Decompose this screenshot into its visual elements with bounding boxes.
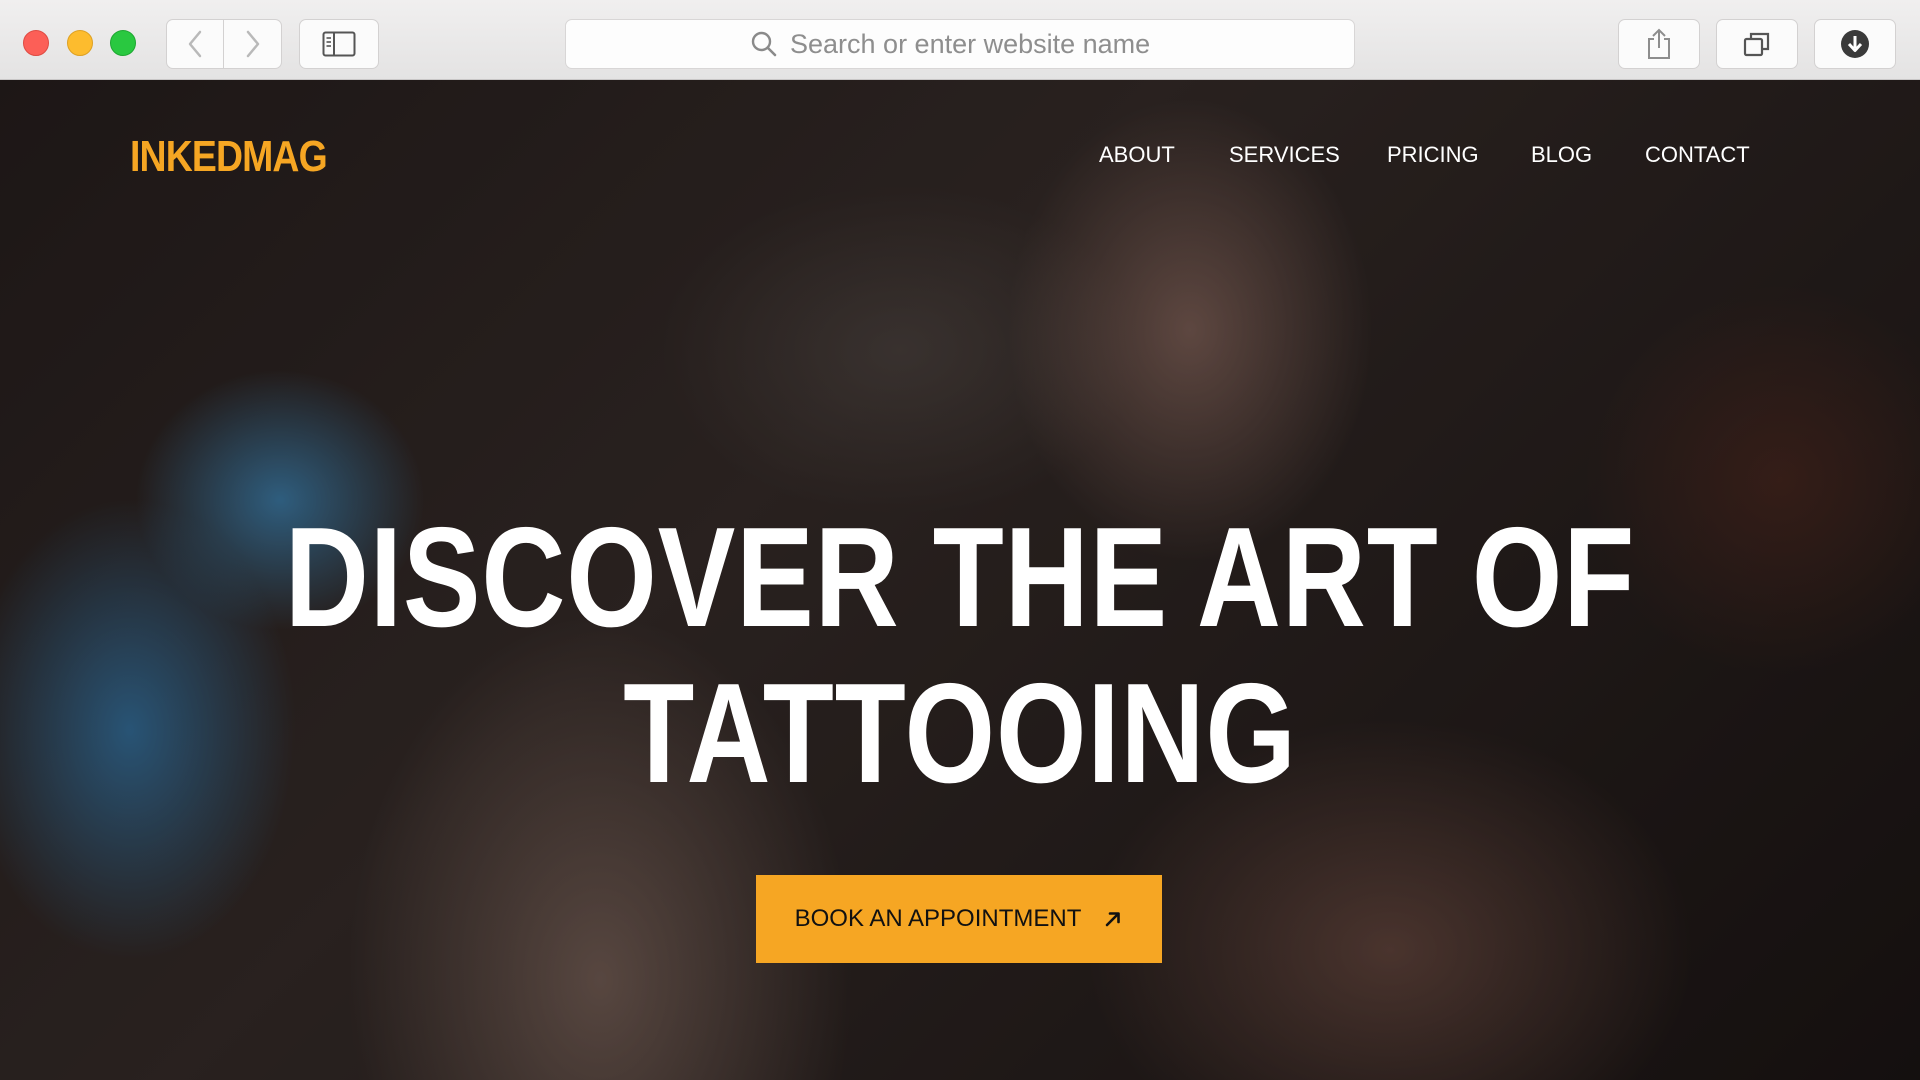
chevron-right-icon bbox=[246, 30, 259, 58]
sidebar-toggle-button[interactable] bbox=[299, 19, 379, 69]
hero-headline-line-2: TATTOOING bbox=[623, 654, 1297, 813]
minimize-window-button[interactable] bbox=[67, 30, 93, 56]
share-icon bbox=[1648, 28, 1670, 59]
search-icon bbox=[751, 31, 777, 57]
hero-headline: DISCOVER THE ART OF TATTOOING bbox=[173, 500, 1747, 812]
hero-headline-line-1: DISCOVER THE ART OF bbox=[284, 498, 1636, 657]
site-logo[interactable]: INKEDMAG bbox=[130, 132, 328, 182]
nav-link-services[interactable]: SERVICES bbox=[1229, 142, 1340, 168]
nav-link-contact[interactable]: CONTACT bbox=[1645, 142, 1750, 168]
nav-link-pricing[interactable]: PRICING bbox=[1387, 142, 1479, 168]
chevron-left-icon bbox=[188, 30, 202, 58]
nav-link-about[interactable]: ABOUT bbox=[1099, 142, 1175, 168]
download-icon bbox=[1841, 30, 1869, 58]
close-window-button[interactable] bbox=[23, 30, 49, 56]
nav-link-blog[interactable]: BLOG bbox=[1531, 142, 1592, 168]
browser-toolbar bbox=[0, 0, 1920, 80]
book-appointment-button[interactable]: BOOK AN APPOINTMENT bbox=[756, 875, 1162, 963]
maximize-window-button[interactable] bbox=[110, 30, 136, 56]
downloads-button[interactable] bbox=[1814, 19, 1896, 69]
address-bar[interactable] bbox=[565, 19, 1355, 69]
tabs-icon bbox=[1743, 32, 1770, 57]
hero-section: INKEDMAG ABOUT SERVICES PRICING BLOG CON… bbox=[0, 80, 1920, 1080]
arrow-up-right-icon bbox=[1106, 912, 1121, 927]
address-input[interactable] bbox=[790, 28, 1170, 60]
forward-button[interactable] bbox=[224, 19, 282, 69]
sidebar-icon bbox=[322, 31, 356, 57]
tabs-button[interactable] bbox=[1716, 19, 1798, 69]
back-button[interactable] bbox=[166, 19, 224, 69]
site-header: INKEDMAG ABOUT SERVICES PRICING BLOG CON… bbox=[0, 80, 1920, 230]
share-button[interactable] bbox=[1618, 19, 1700, 69]
book-appointment-label: BOOK AN APPOINTMENT bbox=[794, 905, 1082, 932]
